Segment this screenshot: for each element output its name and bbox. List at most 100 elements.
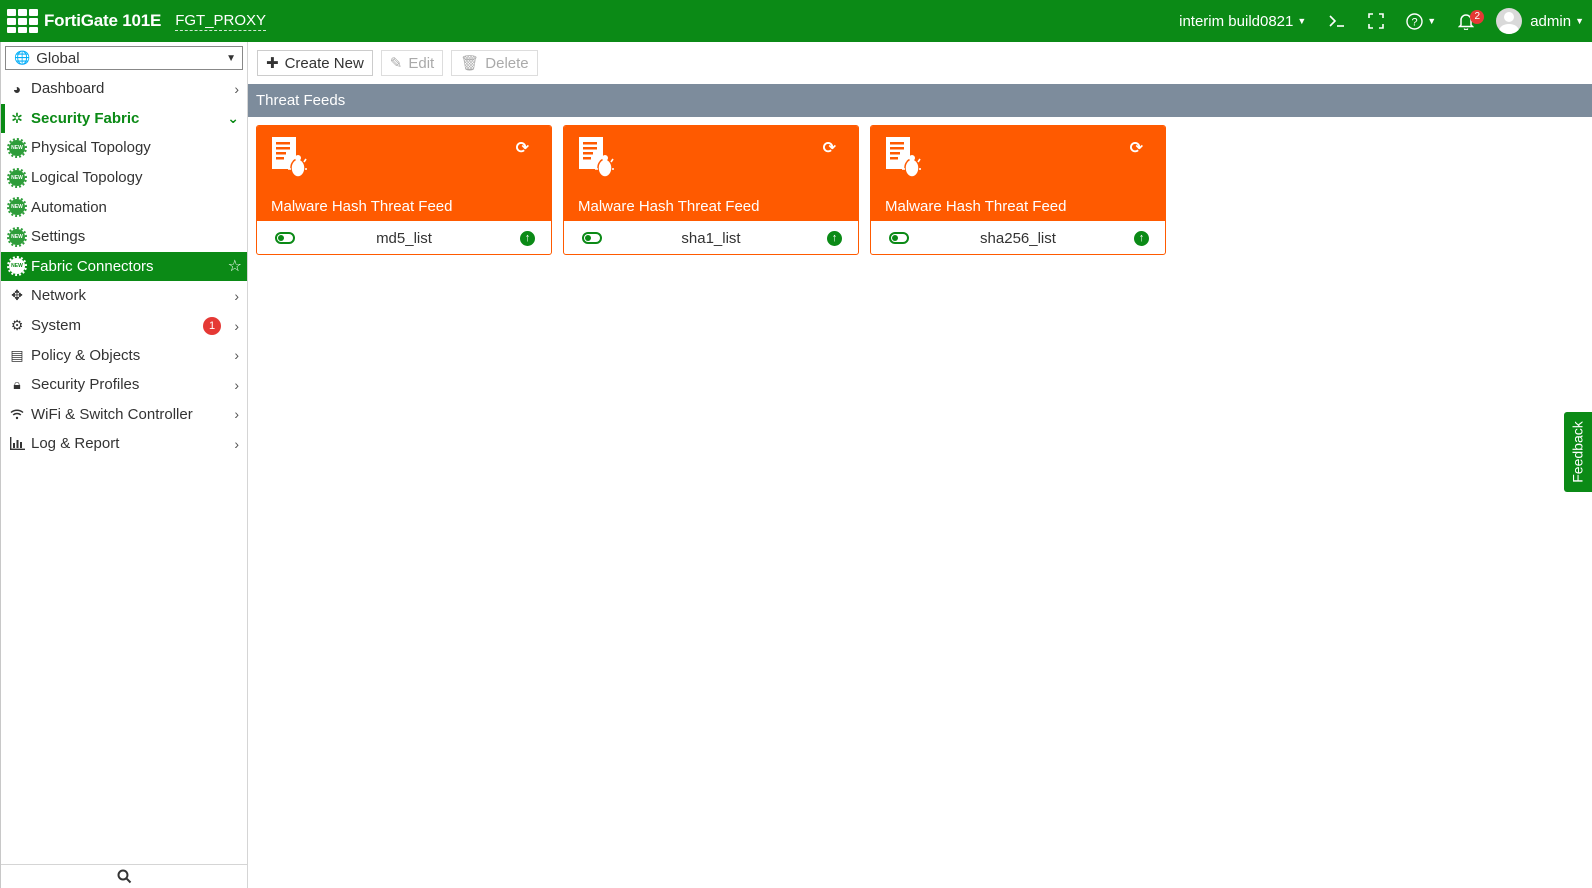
card-title: Malware Hash Threat Feed [578,198,760,215]
sidebar-item-system[interactable]: ⚙ System 1 › [1,311,247,341]
sidebar-item-label: Log & Report [31,435,120,453]
sidebar-item-label: Automation [31,198,107,216]
sidebar-item-settings[interactable]: NEW Settings [1,222,247,252]
terminal-icon [1329,15,1345,27]
help-icon: ? [1406,12,1423,30]
notification-count-badge: 2 [1470,9,1485,24]
delete-label: Delete [485,54,529,72]
user-menu[interactable]: admin ▼ [1496,8,1584,34]
lock-icon: 🔒︎ [13,376,21,393]
threat-feed-card[interactable]: ⟳ Malware Hash Threat Feed md5_list ↑ [256,125,552,255]
vdom-label: Global [36,49,80,67]
threat-feed-cards: ⟳ Malware Hash Threat Feed md5_list ↑ ⟳ … [248,117,1592,255]
delete-button[interactable]: 🗑︎ Delete [451,50,538,76]
feedback-tab[interactable]: Feedback [1564,412,1592,492]
system-count-badge: 1 [203,316,221,335]
globe-icon: 🌐 [14,50,31,65]
search-icon [117,869,132,884]
create-new-button[interactable]: ✚ Create New [257,50,373,76]
svg-text:?: ? [1412,16,1418,28]
sidebar-item-security-fabric[interactable]: ✲ Security Fabric ⌄ [1,103,247,134]
sidebar-item-security-profiles[interactable]: 🔒︎ Security Profiles › [1,370,247,400]
fullscreen-button[interactable] [1368,13,1385,29]
sidebar-item-fabric-connectors[interactable]: NEW Fabric Connectors ☆ [1,251,247,282]
sidebar-item-label: Settings [31,228,86,246]
product-name: FortiGate 101E [44,11,162,30]
malware-list-icon [886,137,921,178]
sidebar-item-dashboard[interactable]: ◕ Dashboard › [1,74,247,104]
sidebar-item-label: Physical Topology [31,139,151,157]
help-dropdown[interactable]: ? ▼ [1406,12,1437,30]
wifi-icon [9,408,25,420]
chevron-right-icon: › [234,435,239,452]
sidebar-item-logical-topology[interactable]: NEW Logical Topology [1,163,247,193]
caret-down-icon: ▼ [226,52,236,64]
sidebar-item-label: WiFi & Switch Controller [31,405,193,423]
new-badge-icon: NEW [7,137,27,158]
fullscreen-icon [1368,13,1385,29]
sidebar-item-network[interactable]: ✥ Network › [1,281,247,311]
hostname[interactable]: FGT_PROXY [175,12,267,31]
gear-icon: ⚙ [10,317,24,334]
build-dropdown[interactable]: interim build0821 ▼ [1179,13,1306,30]
chevron-right-icon: › [234,406,239,423]
toolbar: ✚ Create New ✎ Edit 🗑︎ Delete [248,42,1592,84]
chevron-right-icon: › [234,347,239,364]
sidebar-item-label: Logical Topology [31,169,143,187]
sidebar-item-label: Network [31,287,87,305]
feed-name: sha1_list [681,229,741,247]
sidebar-item-label: Policy & Objects [31,346,141,364]
caret-down-icon: ▼ [1575,16,1584,26]
new-badge-icon: NEW [7,226,27,247]
chevron-right-icon: › [234,287,239,304]
toggle-switch[interactable] [582,232,602,244]
new-badge-icon: NEW [7,167,27,188]
edit-button[interactable]: ✎ Edit [380,50,444,76]
pencil-icon: ✎ [389,55,403,72]
sidebar-item-policy-objects[interactable]: ▤ Policy & Objects › [1,340,247,370]
toggle-switch[interactable] [275,232,295,244]
top-bar: FortiGate 101E FGT_PROXY interim build08… [0,0,1592,42]
threat-feed-card[interactable]: ⟳ Malware Hash Threat Feed sha256_list ↑ [870,125,1166,255]
section-title: Threat Feeds [256,92,346,109]
card-title: Malware Hash Threat Feed [271,198,453,215]
notifications-button[interactable]: 2 [1458,9,1485,30]
vdom-selector[interactable]: 🌐 Global ▼ [5,46,243,70]
chevron-right-icon: › [234,80,239,97]
status-up-icon: ↑ [827,230,842,246]
caret-down-icon: ▼ [1427,16,1437,26]
card-title: Malware Hash Threat Feed [885,198,1067,215]
sidebar-item-physical-topology[interactable]: NEW Physical Topology [1,133,247,163]
toggle-switch[interactable] [889,232,909,244]
new-badge-icon: NEW [7,197,27,218]
chevron-down-icon: ⌄ [227,109,239,126]
sidebar-item-log-report[interactable]: Log & Report › [1,429,247,459]
policy-icon: ▤ [10,346,24,363]
logo-grid-icon [7,9,38,33]
user-name: admin [1530,12,1572,30]
sidebar-item-wifi-switch[interactable]: WiFi & Switch Controller › [1,400,247,430]
chevron-right-icon: › [234,317,239,334]
refresh-icon[interactable]: ⟳ [516,138,529,158]
network-icon: ✥ [11,287,23,304]
cli-console-button[interactable] [1328,14,1346,28]
caret-down-icon: ▼ [1297,16,1307,26]
fortinet-logo[interactable]: FortiGate 101E [7,9,161,33]
sidebar-search-button[interactable] [1,864,248,888]
threat-feed-card[interactable]: ⟳ Malware Hash Threat Feed sha1_list ↑ [563,125,859,255]
new-badge-icon: NEW [7,256,27,277]
trash-icon: 🗑︎ [460,55,480,72]
feed-name: sha256_list [980,229,1056,247]
build-label: interim build0821 [1179,12,1294,30]
main-content: ✚ Create New ✎ Edit 🗑︎ Delete Threat Fee… [248,42,1592,888]
sidebar: 🌐 Global ▼ ◕ Dashboard › ✲ Security Fabr… [0,42,248,888]
avatar [1496,8,1523,34]
sidebar-item-label: Security Profiles [31,376,140,394]
malware-list-icon [272,137,307,178]
refresh-icon[interactable]: ⟳ [823,138,836,158]
sidebar-item-automation[interactable]: NEW Automation [1,192,247,222]
star-icon[interactable]: ☆ [228,256,242,276]
refresh-icon[interactable]: ⟳ [1130,138,1143,158]
sidebar-item-label: System [31,317,82,335]
malware-list-icon [579,137,614,178]
